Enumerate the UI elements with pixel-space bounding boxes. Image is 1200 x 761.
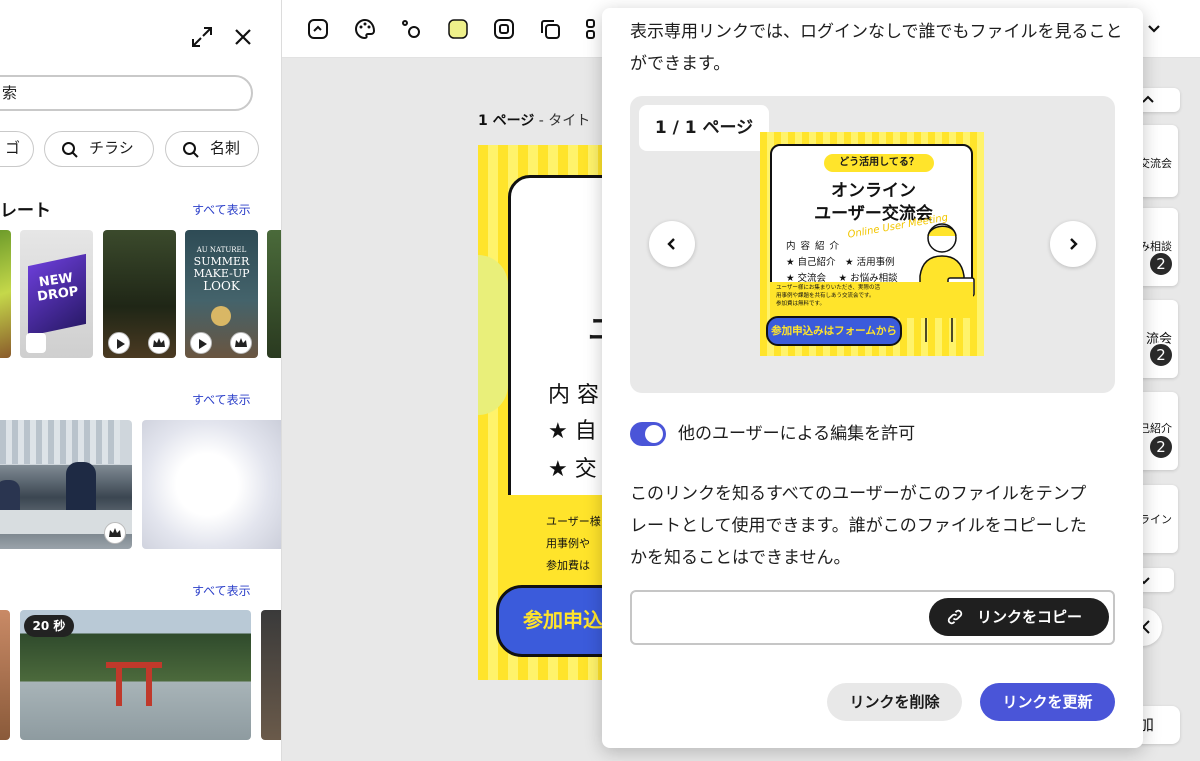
- previous-page-button[interactable]: [649, 221, 695, 267]
- expand-icon[interactable]: [190, 25, 214, 49]
- see-all-link[interactable]: すべて表示: [192, 201, 251, 218]
- chip-label: チラシ: [89, 139, 134, 157]
- page-indicator: 1 / 1 ページ: [639, 105, 769, 151]
- template-thumbnail-script[interactable]: [103, 230, 176, 358]
- page-name: - タイト: [534, 113, 591, 129]
- section-title-templates: レート: [0, 201, 51, 221]
- flyer-description-line: 用事例や課題を共有しあう交流会です。: [776, 293, 875, 299]
- copy-link-label: リンクをコピー: [977, 608, 1083, 626]
- design-cta-button: 参加申込: [496, 585, 608, 657]
- play-icon: [108, 332, 130, 354]
- flyer-items: ★ 自己紹介 ★ 活用事例: [786, 257, 895, 268]
- chevron-down-icon[interactable]: [1142, 17, 1166, 41]
- video-thumbnail-torii[interactable]: 20 秒: [20, 610, 251, 740]
- duplicate-icon[interactable]: [538, 17, 562, 41]
- next-page-button[interactable]: [1050, 221, 1096, 267]
- page-preview: 1 / 1 ページ どう活用してる？ オンライン ユーザー交流会 Online …: [630, 96, 1115, 393]
- torii-pillar: [116, 668, 122, 706]
- page-count-badge: 2: [1148, 434, 1174, 460]
- page-thumbnail-label: ライン: [1139, 513, 1172, 526]
- chevron-left-icon: [667, 238, 675, 250]
- design-text: ★ 交: [548, 457, 597, 482]
- torii-pillar: [146, 668, 152, 706]
- flyer-title: オンライン: [831, 181, 916, 201]
- share-link-popover: 表示専用リンクでは、ログインなしで誰でもファイルを見ることができます。 1 / …: [602, 8, 1143, 748]
- allow-edit-toggle[interactable]: [630, 422, 666, 446]
- copy-link-button[interactable]: リンクをコピー: [929, 598, 1109, 636]
- palette-icon[interactable]: [353, 17, 377, 41]
- page-title[interactable]: 1 ページ - タイト: [478, 110, 590, 130]
- photo-thumbnail-light[interactable]: [142, 420, 281, 549]
- search-icon: [183, 142, 199, 158]
- effects-icon[interactable]: [399, 17, 423, 41]
- flyer-description-line: ユーザー様にお集まりいただき、実際の活: [776, 285, 881, 291]
- flyer-section: 内 容 紹 介: [786, 241, 841, 252]
- template-thumbnail[interactable]: [0, 230, 11, 358]
- thumb-text: AU NATUREL: [196, 246, 247, 254]
- copy-icon: [26, 333, 46, 353]
- style-icon[interactable]: [492, 17, 516, 41]
- video-thumbnail[interactable]: [261, 610, 281, 740]
- left-panel: 索 ゴ チラシ 名刺 レート すべて表示 NEW DROP AU NATUREL…: [0, 0, 282, 761]
- flyer-cta: 参加申込みはフォームから: [766, 316, 902, 346]
- play-icon: [190, 332, 212, 354]
- design-small-text: 参加費は: [546, 559, 590, 572]
- template-description: このリンクを知るすべてのユーザーがこのファイルをテンプレートとして使用できます。…: [630, 484, 1087, 568]
- crown-icon: [148, 332, 170, 354]
- close-icon[interactable]: [231, 25, 255, 49]
- design-canvas[interactable]: ユ 内 容 紹 ★ 自 ★ 交 ユーザー様 用事例や 参加費は 参加申込: [478, 145, 608, 680]
- search-icon: [62, 142, 78, 158]
- video-duration-badge: 20 秒: [24, 615, 74, 637]
- torii-top: [106, 662, 162, 668]
- video-thumbnail[interactable]: [0, 610, 10, 740]
- see-all-link[interactable]: すべて表示: [192, 582, 251, 599]
- window-blinds: [0, 420, 120, 464]
- template-thumbnail-new-drop[interactable]: NEW DROP: [20, 230, 93, 358]
- design-text: ★ 自: [548, 419, 597, 444]
- update-link-button[interactable]: リンクを更新: [980, 683, 1115, 721]
- design-small-text: ユーザー様: [546, 515, 601, 528]
- flyer-tag: どう活用してる？: [824, 154, 934, 172]
- color-swatch-icon[interactable]: [446, 17, 470, 41]
- thumb-text: LOOK: [203, 279, 240, 293]
- view-only-description: 表示専用リンクでは、ログインなしで誰でもファイルを見ることができます。: [630, 22, 1123, 74]
- page-thumbnail-label: 己紹介: [1139, 422, 1172, 435]
- delete-link-button[interactable]: リンクを削除: [827, 683, 962, 721]
- page-count-badge: 2: [1148, 342, 1174, 368]
- design-text: 内 容 紹: [548, 383, 608, 408]
- allow-edit-label: 他のユーザーによる編集を許可: [678, 424, 916, 444]
- page-number: 1 ページ: [478, 113, 535, 129]
- person-illustration: [919, 223, 975, 342]
- design-small-text: 用事例や: [546, 537, 590, 550]
- chip-logo[interactable]: ゴ: [0, 131, 34, 167]
- chip-label: ゴ: [5, 139, 21, 157]
- crown-icon: [230, 332, 252, 354]
- template-thumbnail-summer[interactable]: AU NATUREL SUMMER MAKE-UP LOOK: [185, 230, 258, 358]
- chevron-right-icon: [1070, 238, 1078, 250]
- page-count-badge: 2: [1148, 251, 1174, 277]
- photo-thumbnail-office[interactable]: [0, 420, 132, 549]
- chip-flyer[interactable]: チラシ: [44, 131, 154, 167]
- crown-icon: [104, 522, 126, 544]
- flyer-description-line: 参加費は無料です。: [776, 301, 825, 307]
- link-icon: [947, 609, 963, 625]
- chip-label: 名刺: [210, 139, 241, 157]
- see-all-link[interactable]: すべて表示: [192, 391, 251, 408]
- chip-business-card[interactable]: 名刺: [165, 131, 259, 167]
- sun-graphic: [211, 306, 231, 326]
- animate-icon[interactable]: [306, 17, 330, 41]
- template-thumbnail[interactable]: [267, 230, 281, 358]
- design-shape: [478, 255, 508, 415]
- flyer-preview: どう活用してる？ オンライン ユーザー交流会 Online User Meeti…: [760, 132, 984, 356]
- flyer-description: ユーザー様にお集まりいただき、実際の活 用事例や課題を共有しあう交流会です。 参…: [776, 284, 880, 308]
- search-input[interactable]: 索: [0, 75, 253, 111]
